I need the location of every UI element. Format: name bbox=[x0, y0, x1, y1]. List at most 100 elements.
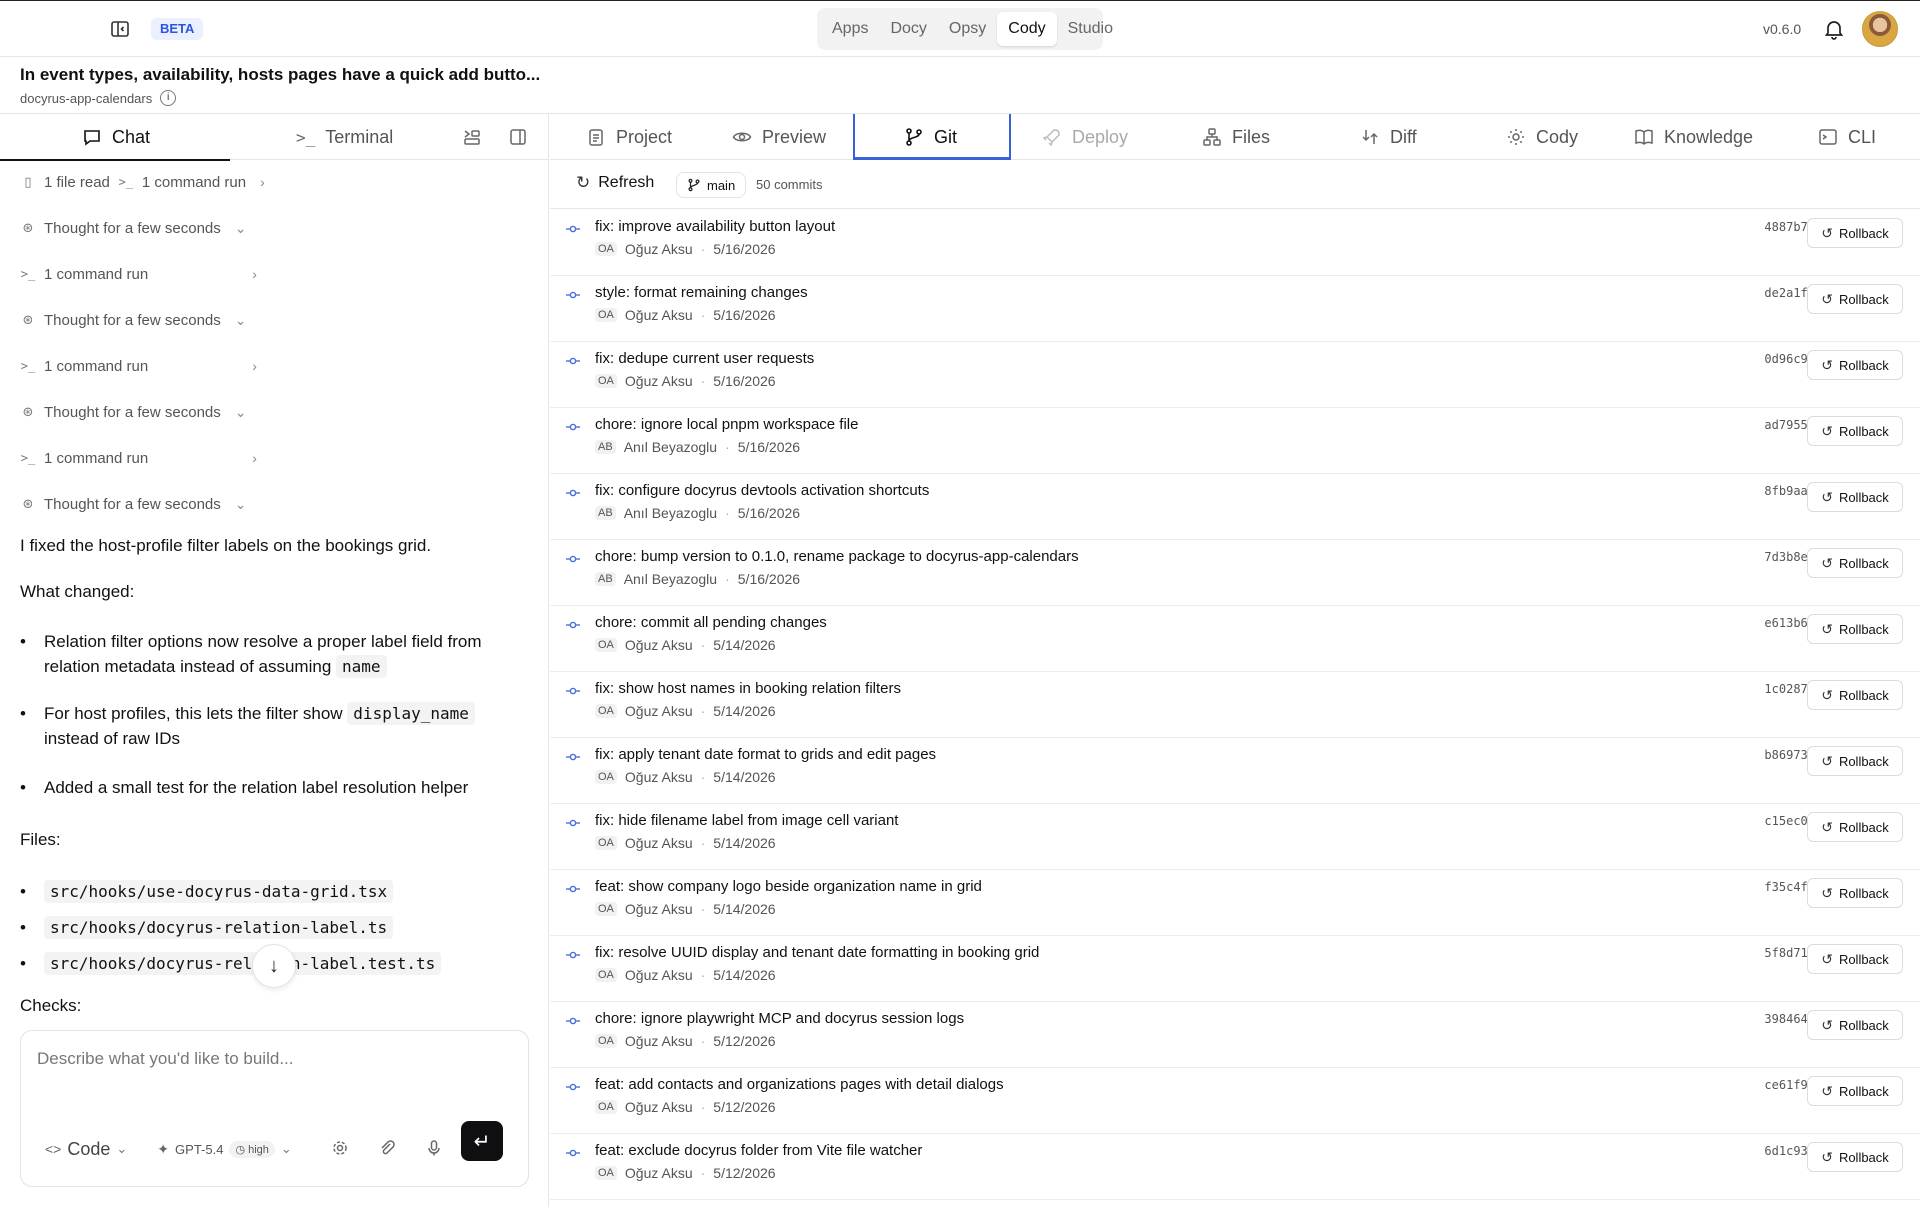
send-button[interactable]: ↵ bbox=[461, 1121, 503, 1161]
commit-hash[interactable]: 3984645 bbox=[1743, 1012, 1815, 1026]
commit-hash[interactable]: 7d3b8eb bbox=[1743, 550, 1815, 564]
commit-row[interactable]: style: format remaining changes OA Oğuz Ak… bbox=[550, 276, 1920, 342]
rollback-button[interactable]: ↺ Rollback bbox=[1807, 1010, 1903, 1040]
commit-row[interactable]: fix: configure docyrus devtools activati… bbox=[550, 474, 1920, 540]
commit-hash[interactable]: 4887b7d bbox=[1743, 220, 1815, 234]
command-row[interactable]: >_ 1 command run › bbox=[20, 355, 257, 377]
commit-hash[interactable]: 1c02870 bbox=[1743, 682, 1815, 696]
command-row[interactable]: >_ 1 command run › bbox=[20, 263, 257, 285]
tab-diff[interactable]: Diff bbox=[1360, 114, 1417, 160]
meta-separator: · bbox=[700, 307, 706, 323]
commit-row[interactable]: fix: resolve UUID display and tenant dat… bbox=[550, 936, 1920, 1002]
rollback-label: Rollback bbox=[1838, 291, 1889, 307]
commit-hash[interactable]: 6d1c932 bbox=[1743, 1144, 1815, 1158]
app-tab-apps[interactable]: Apps bbox=[821, 12, 879, 46]
tab-files[interactable]: Files bbox=[1202, 114, 1270, 160]
gear-icon bbox=[1508, 129, 1524, 145]
commit-hash[interactable]: e613b63 bbox=[1743, 616, 1815, 630]
app-tab-opsy[interactable]: Opsy bbox=[938, 12, 997, 46]
rollback-button[interactable]: ↺ Rollback bbox=[1807, 812, 1903, 842]
prompt-input[interactable] bbox=[37, 1045, 507, 1073]
commit-hash[interactable]: f35c4f6 bbox=[1743, 880, 1815, 894]
commit-hash[interactable]: b86973e bbox=[1743, 748, 1815, 762]
tab-diff-label: Diff bbox=[1390, 126, 1417, 147]
commit-row[interactable]: feat: exclude docyrus folder from Vite f… bbox=[550, 1134, 1920, 1200]
mode-select[interactable]: <> Code ⌄ bbox=[45, 1139, 127, 1160]
rollback-button[interactable]: ↺ Rollback bbox=[1807, 1142, 1903, 1172]
commit-row[interactable]: chore: ignore local pnpm workspace file A… bbox=[550, 408, 1920, 474]
commit-node-icon bbox=[566, 951, 580, 959]
app-tab-docy[interactable]: Docy bbox=[879, 12, 937, 46]
rollback-button[interactable]: ↺ Rollback bbox=[1807, 218, 1903, 248]
rollback-button[interactable]: ↺ Rollback bbox=[1807, 416, 1903, 446]
author-initials: OA bbox=[595, 242, 617, 256]
scroll-to-bottom-button[interactable]: ↓ bbox=[252, 944, 296, 988]
activity-summary-row[interactable]: ▯ 1 file read >_ 1 command run › bbox=[20, 171, 264, 193]
paperclip-icon[interactable] bbox=[378, 1139, 396, 1157]
app-tab-studio[interactable]: Studio bbox=[1057, 12, 1124, 46]
commit-row[interactable]: chore: commit all pending changes OA Oğuz … bbox=[550, 606, 1920, 672]
rollback-button[interactable]: ↺ Rollback bbox=[1807, 746, 1903, 776]
user-avatar[interactable] bbox=[1862, 11, 1898, 47]
commit-list[interactable]: fix: improve availability button layout O… bbox=[550, 210, 1920, 1207]
project-header: In event types, availability, hosts page… bbox=[0, 57, 1920, 114]
refresh-button[interactable]: ↻ Refresh bbox=[576, 173, 654, 193]
commit-row[interactable]: fix: improve availability button layout O… bbox=[550, 210, 1920, 276]
rollback-button[interactable]: ↺ Rollback bbox=[1807, 482, 1903, 512]
thought-row[interactable]: ⊛ Thought for a few seconds ⌄ bbox=[20, 217, 247, 239]
commit-row[interactable]: feat: add contacts and organizations pag… bbox=[550, 1068, 1920, 1134]
commit-row[interactable]: fix: show host names in booking relation… bbox=[550, 672, 1920, 738]
commit-hash[interactable]: 0d96c96 bbox=[1743, 352, 1815, 366]
settings-icon[interactable] bbox=[331, 1139, 349, 1157]
tab-deploy[interactable]: Deploy bbox=[1042, 114, 1128, 160]
commit-row[interactable]: chore: bump version to 0.1.0, rename pac… bbox=[550, 540, 1920, 606]
thought-row[interactable]: ⊛ Thought for a few seconds ⌄ bbox=[20, 493, 247, 515]
rollback-icon: ↺ bbox=[1821, 1148, 1833, 1165]
commit-row[interactable]: chore: ignore playwright MCP and docyrus… bbox=[550, 1002, 1920, 1068]
commit-hash[interactable]: ad79555 bbox=[1743, 418, 1815, 432]
panel-collapse-icon[interactable] bbox=[508, 127, 528, 147]
commit-row[interactable]: fix: dedupe current user requests OA Oğuz … bbox=[550, 342, 1920, 408]
commit-row[interactable]: fix: apply tenant date format to grids a… bbox=[550, 738, 1920, 804]
commit-hash[interactable]: ce61f98 bbox=[1743, 1078, 1815, 1092]
rollback-button[interactable]: ↺ Rollback bbox=[1807, 944, 1903, 974]
commit-hash[interactable]: 8fb9aa1 bbox=[1743, 484, 1815, 498]
split-view-icon[interactable] bbox=[462, 127, 482, 147]
sidebar-toggle-icon[interactable] bbox=[110, 19, 130, 39]
command-row[interactable]: >_ 1 command run › bbox=[20, 447, 257, 469]
microphone-icon[interactable] bbox=[425, 1139, 443, 1157]
author-initials: AB bbox=[595, 506, 616, 520]
thought-row[interactable]: ⊛ Thought for a few seconds ⌄ bbox=[20, 309, 247, 331]
commit-hash[interactable]: de2a1fe bbox=[1743, 286, 1815, 300]
tab-cli[interactable]: CLI bbox=[1818, 114, 1876, 160]
bell-icon[interactable] bbox=[1823, 18, 1845, 40]
rollback-icon: ↺ bbox=[1821, 950, 1833, 967]
bullet-text: instead of raw IDs bbox=[44, 729, 181, 748]
app-tab-cody[interactable]: Cody bbox=[997, 12, 1057, 46]
rollback-button[interactable]: ↺ Rollback bbox=[1807, 284, 1903, 314]
commit-hash[interactable]: c15ec0c bbox=[1743, 814, 1815, 828]
rollback-button[interactable]: ↺ Rollback bbox=[1807, 680, 1903, 710]
rollback-button[interactable]: ↺ Rollback bbox=[1807, 878, 1903, 908]
rollback-button[interactable]: ↺ Rollback bbox=[1807, 548, 1903, 578]
tab-knowledge[interactable]: Knowledge bbox=[1634, 114, 1753, 160]
model-select[interactable]: ✦ GPT-5.4 ◷ high ⌄ bbox=[157, 1140, 292, 1158]
tab-chat[interactable]: Chat bbox=[0, 114, 231, 161]
commit-hash[interactable]: 5f8d71c bbox=[1743, 946, 1815, 960]
tab-terminal[interactable]: >_ Terminal bbox=[296, 114, 393, 160]
branch-selector[interactable]: main bbox=[676, 172, 747, 198]
effort-label: high bbox=[248, 1143, 269, 1156]
tab-project[interactable]: Project bbox=[586, 114, 672, 160]
thought-row[interactable]: ⊛ Thought for a few seconds ⌄ bbox=[20, 401, 247, 423]
workspace-tab-bar: Project Preview Git Deploy Files Diff Co… bbox=[550, 114, 1920, 160]
chat-messages[interactable]: ▯ 1 file read >_ 1 command run › ⊛ Thoug… bbox=[0, 161, 548, 1012]
info-icon[interactable]: i bbox=[160, 90, 177, 106]
tab-cody[interactable]: Cody bbox=[1506, 114, 1578, 160]
rollback-button[interactable]: ↺ Rollback bbox=[1807, 614, 1903, 644]
tab-preview[interactable]: Preview bbox=[732, 114, 826, 160]
rollback-button[interactable]: ↺ Rollback bbox=[1807, 1076, 1903, 1106]
rollback-button[interactable]: ↺ Rollback bbox=[1807, 350, 1903, 380]
commit-row[interactable]: fix: hide filename label from image cell… bbox=[550, 804, 1920, 870]
commit-row[interactable]: feat: show company logo beside organizat… bbox=[550, 870, 1920, 936]
tab-git[interactable]: Git bbox=[904, 114, 957, 160]
